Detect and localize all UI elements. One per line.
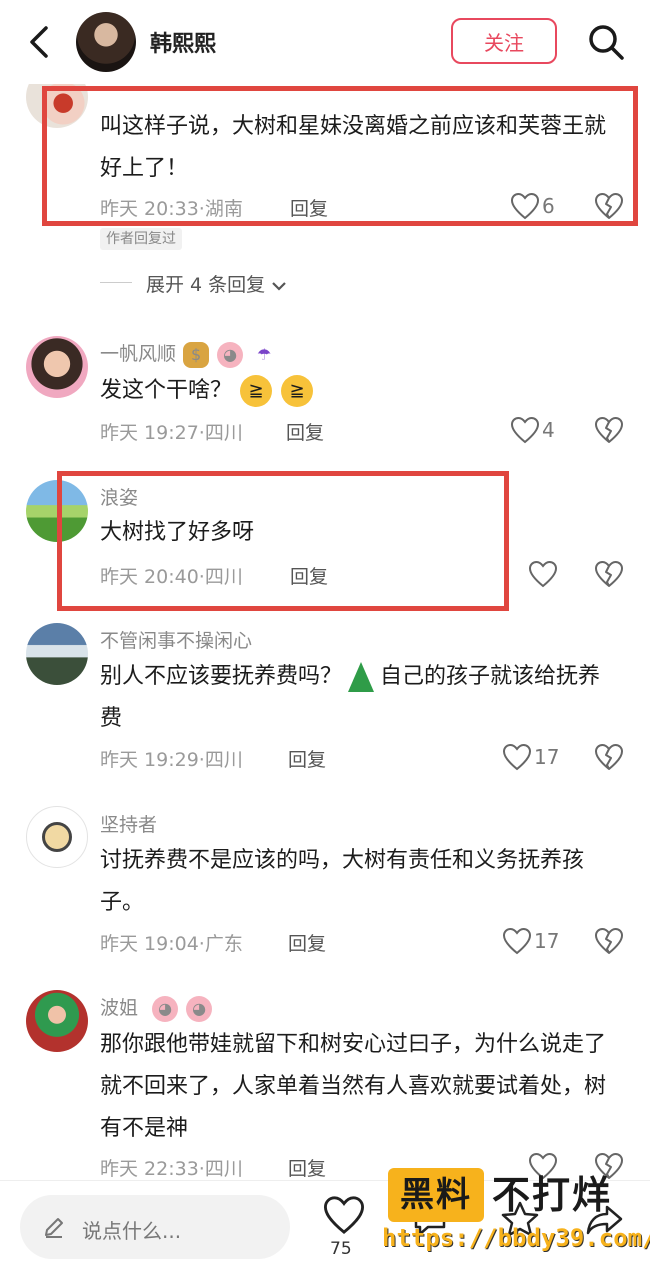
commenter-name-label: 波姐 bbox=[100, 997, 139, 1019]
broken-heart-icon bbox=[595, 928, 623, 954]
like-count: 17 bbox=[534, 929, 560, 953]
comment-time: 昨天 19:27 bbox=[100, 422, 199, 444]
comment-text: 别人不应该要抚养费吗？ 自己的孩子就该给抚养费 bbox=[100, 656, 620, 740]
commenter-name: 浪姿 bbox=[100, 487, 139, 509]
comment-time: 昨天 20:33 bbox=[100, 198, 199, 220]
comment-meta: 昨天 19:27·四川 bbox=[100, 422, 243, 444]
watermark-badge: 黑料 bbox=[388, 1168, 484, 1222]
user-name[interactable]: 韩熙熙 bbox=[150, 26, 216, 58]
watermark-url: https://bbdy39.com/ bbox=[382, 1224, 650, 1252]
commenter-name-label: 一帆风顺 bbox=[100, 343, 177, 365]
comment-input[interactable]: 说点什么... bbox=[20, 1195, 290, 1259]
commenter-avatar[interactable] bbox=[26, 990, 88, 1052]
heart-icon bbox=[502, 743, 532, 771]
commenter-name: 不管闲事不操闲心 bbox=[100, 630, 253, 652]
heart-icon bbox=[502, 927, 532, 955]
commenter-name: 波姐 ◕ ◕ bbox=[100, 993, 213, 1022]
search-button[interactable] bbox=[586, 22, 626, 62]
umbrella-icon: ☂ bbox=[256, 344, 272, 364]
pen-icon bbox=[45, 1218, 63, 1238]
reply-button[interactable]: 回复 bbox=[290, 194, 328, 221]
comment-location: 四川 bbox=[204, 749, 243, 771]
commenter-avatar[interactable] bbox=[26, 480, 88, 542]
heart-icon bbox=[510, 416, 540, 444]
comment-meta: 昨天 22:33·四川 bbox=[100, 1158, 243, 1180]
christmas-tree-icon bbox=[348, 662, 375, 692]
back-button[interactable] bbox=[22, 22, 58, 62]
pig-icon: ◕ bbox=[217, 341, 244, 368]
comment-text: 叫这样子说，大树和星妹没离婚之前应该和芙蓉王就好上了！ bbox=[100, 114, 607, 181]
comment-text: 发这个干啥？ ≧ ≧ bbox=[100, 370, 620, 412]
comment-meta: 昨天 20:40·四川 bbox=[100, 566, 243, 588]
dislike-button[interactable] bbox=[594, 560, 624, 590]
like-count: 4 bbox=[542, 418, 555, 442]
chevron-down-icon bbox=[272, 281, 286, 291]
money-bag-icon: $ bbox=[183, 341, 210, 368]
like-count: 17 bbox=[534, 745, 560, 769]
dislike-button[interactable] bbox=[594, 743, 624, 773]
expand-replies-label: 展开 4 条回复 bbox=[146, 274, 266, 296]
like-button[interactable]: 6 bbox=[510, 192, 570, 222]
like-total: 75 bbox=[330, 1239, 352, 1259]
like-button[interactable]: 17 bbox=[502, 743, 562, 773]
chevron-left-icon bbox=[30, 26, 48, 58]
comment-location: 四川 bbox=[204, 422, 243, 444]
like-button[interactable]: 17 bbox=[502, 927, 562, 957]
laughing-crying-icon: ≧ bbox=[281, 375, 314, 407]
search-icon bbox=[589, 25, 624, 60]
follow-button[interactable]: 关注 bbox=[451, 18, 557, 64]
heart-icon bbox=[528, 560, 558, 588]
commenter-avatar[interactable] bbox=[26, 806, 88, 868]
comment-text: 大树找了好多呀 bbox=[100, 520, 255, 545]
comment-input-placeholder: 说点什么... bbox=[82, 1219, 182, 1243]
like-count: 6 bbox=[542, 194, 555, 218]
pig-icon: ◕ bbox=[152, 995, 179, 1022]
watermark-title: 不打烊 bbox=[492, 1173, 613, 1217]
reply-button[interactable]: 回复 bbox=[288, 745, 326, 772]
like-button[interactable] bbox=[528, 560, 588, 590]
comment-meta: 昨天 20:33·湖南 bbox=[100, 198, 243, 220]
comment-text-label: 发这个干啥？ bbox=[100, 378, 233, 403]
comment-location: 四川 bbox=[204, 1158, 243, 1180]
comment-location: 四川 bbox=[204, 566, 243, 588]
dislike-button[interactable] bbox=[594, 416, 624, 446]
comment-time: 昨天 22:33 bbox=[100, 1158, 199, 1180]
comment-text: 讨抚养费不是应该的吗，大树有责任和义务抚养孩子。 bbox=[100, 848, 585, 915]
reply-button[interactable]: 回复 bbox=[286, 418, 324, 445]
commenter-avatar[interactable] bbox=[26, 336, 88, 398]
laughing-crying-icon: ≧ bbox=[240, 375, 273, 407]
expand-replies-button[interactable]: 展开 4 条回复 bbox=[146, 270, 287, 297]
like-button[interactable]: 4 bbox=[510, 416, 570, 446]
reply-button[interactable]: 回复 bbox=[290, 562, 328, 589]
broken-heart-icon bbox=[595, 193, 623, 219]
commenter-name: 一帆风顺 $ ◕ ☂ bbox=[100, 339, 278, 368]
broken-heart-icon bbox=[595, 561, 623, 587]
reply-button[interactable]: 回复 bbox=[288, 929, 326, 956]
commenter-name: 坚持者 bbox=[100, 814, 158, 836]
comment-time: 昨天 19:04 bbox=[100, 933, 199, 955]
comment-location: 广东 bbox=[204, 933, 243, 955]
comment-location: 湖南 bbox=[204, 198, 243, 220]
broken-heart-icon bbox=[595, 417, 623, 443]
user-avatar[interactable] bbox=[76, 12, 136, 72]
heart-icon[interactable] bbox=[322, 1195, 366, 1235]
pig-icon: ◕ bbox=[186, 995, 213, 1022]
top-bar: 韩熙熙 关注 bbox=[0, 0, 650, 84]
comment-text: 那你跟他带娃就留下和树安心过曰子，为什么说走了就不回来了，人家单着当然有人喜欢就… bbox=[100, 1032, 607, 1141]
broken-heart-icon bbox=[595, 744, 623, 770]
comment-time: 昨天 19:29 bbox=[100, 749, 199, 771]
reply-button[interactable]: 回复 bbox=[288, 1154, 326, 1181]
author-replied-badge: 作者回复过 bbox=[100, 228, 182, 250]
comment-time: 昨天 20:40 bbox=[100, 566, 199, 588]
heart-icon bbox=[510, 192, 540, 220]
divider bbox=[100, 282, 132, 283]
comment-meta: 昨天 19:04·广东 bbox=[100, 933, 243, 955]
dislike-button[interactable] bbox=[594, 192, 624, 222]
dislike-button[interactable] bbox=[594, 927, 624, 957]
commenter-avatar[interactable] bbox=[26, 623, 88, 685]
watermark: 黑料 不打烊 https://bbdy39.com/ bbox=[382, 1166, 650, 1262]
comment-meta: 昨天 19:29·四川 bbox=[100, 749, 243, 771]
comment-text-label: 别人不应该要抚养费吗？ bbox=[100, 664, 343, 689]
